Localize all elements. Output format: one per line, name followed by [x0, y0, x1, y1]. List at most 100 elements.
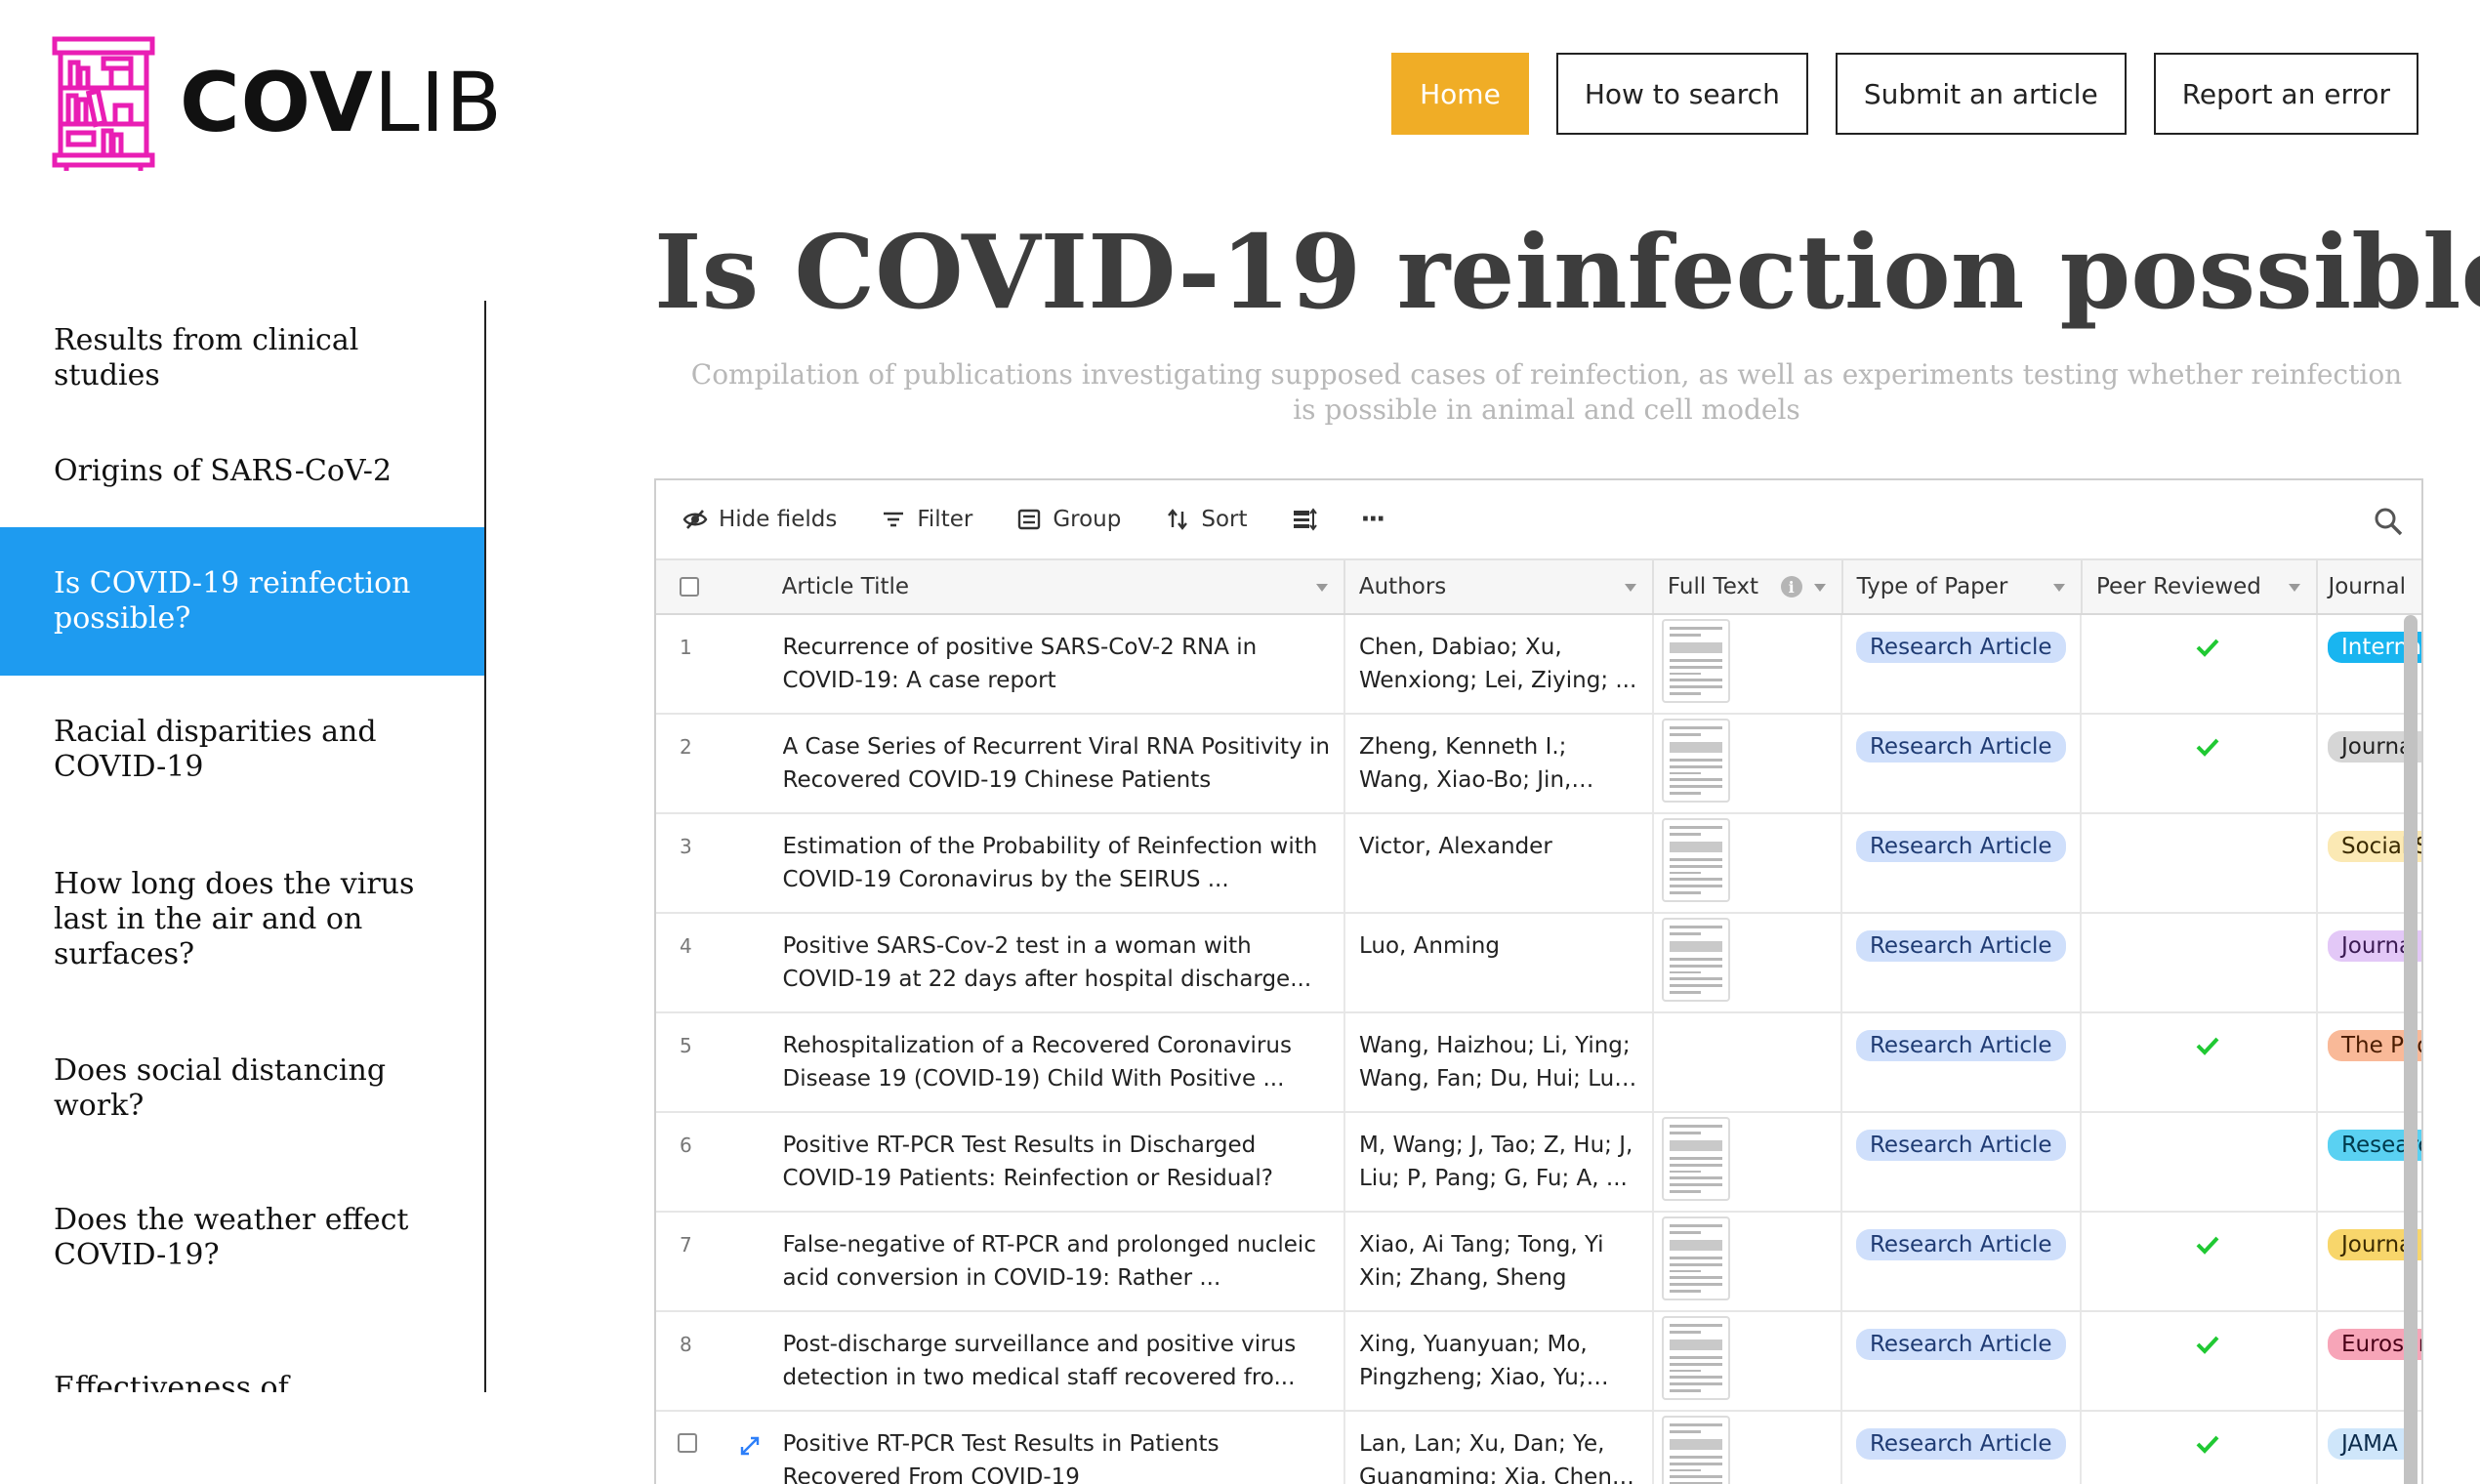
peer-reviewed-cell[interactable]: [2082, 615, 2318, 713]
pdf-thumbnail[interactable]: [1661, 818, 1730, 902]
expand-record-icon[interactable]: [739, 1435, 761, 1457]
chevron-down-icon[interactable]: [2052, 584, 2065, 592]
sidebar-item-virus-lifetime[interactable]: How long does the virus last in the air …: [0, 824, 484, 1015]
row-expand-cell[interactable]: [720, 1013, 783, 1111]
row-expand-cell[interactable]: [720, 914, 783, 1011]
sidebar-item-origins[interactable]: Origins of SARS-CoV-2: [0, 416, 484, 527]
article-title-cell[interactable]: Positive SARS-Cov-2 test in a woman with…: [783, 914, 1345, 1011]
chevron-down-icon[interactable]: [1624, 584, 1636, 592]
column-header-type-of-paper[interactable]: Type of Paper: [1843, 560, 2083, 613]
row-height-button[interactable]: [1291, 506, 1318, 533]
peer-reviewed-cell[interactable]: [2082, 1113, 2318, 1211]
nav-report-error-button[interactable]: Report an error: [2153, 53, 2418, 135]
peer-reviewed-cell[interactable]: [2082, 914, 2318, 1011]
row-expand-cell[interactable]: [720, 1213, 783, 1310]
article-title-cell[interactable]: Post-discharge surveillance and positive…: [783, 1312, 1345, 1410]
authors-cell[interactable]: Xiao, Ai Tang; Tong, Yi Xin; Zhang, Shen…: [1345, 1213, 1654, 1310]
article-title-cell[interactable]: Positive RT-PCR Test Results in Patients…: [783, 1412, 1345, 1484]
table-row[interactable]: 5 Rehospitalization of a Recovered Coron…: [656, 1013, 2421, 1113]
authors-cell[interactable]: Xing, Yuanyuan; Mo, Pingzheng; Xiao, Yu;…: [1345, 1312, 1654, 1410]
sidebar-item-racial-disparities[interactable]: Racial disparities and COVID-19: [0, 676, 484, 824]
authors-cell[interactable]: M, Wang; J, Tao; Z, Hu; J, Liu; P, Pang;…: [1345, 1113, 1654, 1211]
table-row[interactable]: 3 Estimation of the Probability of Reinf…: [656, 814, 2421, 914]
table-row[interactable]: 8 Post-discharge surveillance and positi…: [656, 1312, 2421, 1412]
type-of-paper-cell[interactable]: Research Article: [1842, 715, 2083, 812]
column-header-article-title[interactable]: Article Title: [782, 560, 1345, 613]
type-of-paper-cell[interactable]: Research Article: [1842, 615, 2083, 713]
row-checkbox[interactable]: [678, 1433, 697, 1453]
row-expand-cell[interactable]: [720, 814, 783, 912]
table-row[interactable]: 4 Positive SARS-Cov-2 test in a woman wi…: [656, 914, 2421, 1013]
full-text-cell[interactable]: [1654, 1113, 1842, 1211]
nav-how-to-search-button[interactable]: How to search: [1555, 53, 1808, 135]
full-text-cell[interactable]: [1654, 715, 1842, 812]
table-row[interactable]: 6 Positive RT-PCR Test Results in Discha…: [656, 1113, 2421, 1213]
type-of-paper-cell[interactable]: Research Article: [1842, 814, 2083, 912]
hide-fields-button[interactable]: Hide fields: [682, 506, 837, 533]
authors-cell[interactable]: Lan, Lan; Xu, Dan; Ye, Guangming; Xia, C…: [1345, 1412, 1654, 1484]
type-of-paper-cell[interactable]: Research Article: [1842, 1312, 2083, 1410]
vertical-scrollbar[interactable]: [2404, 615, 2418, 1484]
authors-cell[interactable]: Zheng, Kenneth I.; Wang, Xiao-Bo; Jin, X…: [1345, 715, 1654, 812]
table-row[interactable]: 2 A Case Series of Recurrent Viral RNA P…: [656, 715, 2421, 814]
article-title-cell[interactable]: False-negative of RT-PCR and prolonged n…: [783, 1213, 1345, 1310]
table-row[interactable]: 7 False-negative of RT-PCR and prolonged…: [656, 1213, 2421, 1312]
type-of-paper-cell[interactable]: Research Article: [1842, 1013, 2083, 1111]
row-expand-cell[interactable]: [720, 1312, 783, 1410]
peer-reviewed-cell[interactable]: [2082, 1312, 2318, 1410]
pdf-thumbnail[interactable]: [1661, 1416, 1730, 1484]
select-all-checkbox[interactable]: [680, 577, 699, 597]
row-expand-cell[interactable]: [720, 1412, 783, 1484]
chevron-down-icon[interactable]: [1813, 584, 1826, 592]
more-options-button[interactable]: ···: [1361, 505, 1386, 534]
sidebar-item-clinical-studies[interactable]: Results from clinical studies: [0, 301, 484, 416]
table-row[interactable]: 1 Recurrence of positive SARS-CoV-2 RNA …: [656, 615, 2421, 715]
peer-reviewed-cell[interactable]: [2082, 1412, 2318, 1484]
article-title-cell[interactable]: Recurrence of positive SARS-CoV-2 RNA in…: [783, 615, 1345, 713]
peer-reviewed-cell[interactable]: [2082, 1013, 2318, 1111]
filter-button[interactable]: Filter: [880, 506, 972, 533]
row-expand-cell[interactable]: [720, 615, 783, 713]
full-text-cell[interactable]: [1654, 914, 1842, 1011]
authors-cell[interactable]: Chen, Dabiao; Xu, Wenxiong; Lei, Ziying;…: [1345, 615, 1654, 713]
article-title-cell[interactable]: Positive RT-PCR Test Results in Discharg…: [783, 1113, 1345, 1211]
column-header-full-text[interactable]: Full Text i: [1654, 560, 1843, 613]
authors-cell[interactable]: Luo, Anming: [1345, 914, 1654, 1011]
type-of-paper-cell[interactable]: Research Article: [1842, 1213, 2083, 1310]
peer-reviewed-cell[interactable]: [2082, 1213, 2318, 1310]
pdf-thumbnail[interactable]: [1661, 719, 1730, 803]
nav-submit-article-button[interactable]: Submit an article: [1835, 53, 2127, 135]
article-title-cell[interactable]: A Case Series of Recurrent Viral RNA Pos…: [783, 715, 1345, 812]
group-button[interactable]: Group: [1015, 506, 1121, 533]
sidebar-item-protective-gear[interactable]: Effectiveness of protective gear: [0, 1314, 484, 1392]
row-expand-cell[interactable]: [720, 715, 783, 812]
column-header-peer-reviewed[interactable]: Peer Reviewed: [2083, 560, 2319, 613]
full-text-cell[interactable]: [1654, 814, 1842, 912]
pdf-thumbnail[interactable]: [1661, 1216, 1730, 1300]
peer-reviewed-cell[interactable]: [2082, 715, 2318, 812]
pdf-thumbnail[interactable]: [1661, 619, 1730, 703]
select-all-cell[interactable]: [656, 560, 782, 613]
peer-reviewed-cell[interactable]: [2082, 814, 2318, 912]
article-title-cell[interactable]: Rehospitalization of a Recovered Coronav…: [783, 1013, 1345, 1111]
covlib-logo[interactable]: COV LIB: [47, 31, 503, 173]
info-icon[interactable]: i: [1780, 576, 1802, 598]
pdf-thumbnail[interactable]: [1661, 918, 1730, 1002]
chevron-down-icon[interactable]: [1315, 584, 1328, 592]
type-of-paper-cell[interactable]: Research Article: [1842, 1113, 2083, 1211]
table-row[interactable]: Positive RT-PCR Test Results in Patients…: [656, 1412, 2421, 1484]
type-of-paper-cell[interactable]: Research Article: [1842, 914, 2083, 1011]
type-of-paper-cell[interactable]: Research Article: [1842, 1412, 2083, 1484]
full-text-cell[interactable]: [1654, 1213, 1842, 1310]
column-header-authors[interactable]: Authors: [1345, 560, 1654, 613]
sidebar-item-reinfection[interactable]: Is COVID-19 reinfection possible?: [0, 527, 484, 676]
column-header-journal[interactable]: Journal: [2318, 560, 2421, 613]
full-text-cell[interactable]: [1654, 1312, 1842, 1410]
full-text-cell[interactable]: [1654, 1412, 1842, 1484]
authors-cell[interactable]: Victor, Alexander: [1345, 814, 1654, 912]
chevron-down-icon[interactable]: [2289, 584, 2301, 592]
sidebar-item-social-distancing[interactable]: Does social distancing work?: [0, 1015, 484, 1162]
pdf-thumbnail[interactable]: [1661, 1316, 1730, 1400]
full-text-cell[interactable]: [1654, 615, 1842, 713]
authors-cell[interactable]: Wang, Haizhou; Li, Ying; Wang, Fan; Du, …: [1345, 1013, 1654, 1111]
